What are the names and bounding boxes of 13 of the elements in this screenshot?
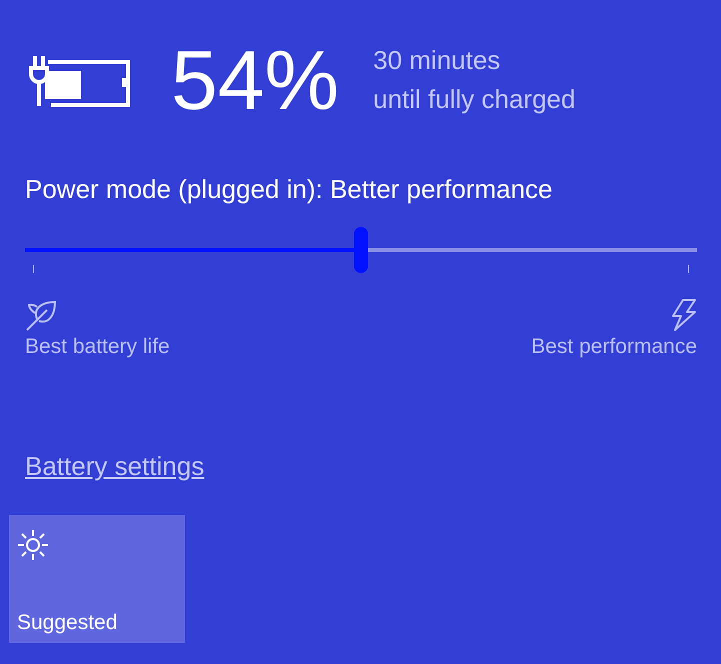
slider-thumb[interactable] — [354, 227, 368, 273]
battery-percentage: 54% — [171, 38, 340, 122]
brightness-icon — [17, 529, 49, 561]
power-mode-label: Power mode (plugged in): Better performance — [25, 174, 554, 205]
slider-max-label: Best performance — [531, 335, 697, 359]
power-mode-slider[interactable] — [25, 227, 697, 273]
lightning-icon — [671, 299, 697, 331]
battery-settings-link[interactable]: Battery settings — [25, 451, 204, 482]
slider-min-label: Best battery life — [25, 335, 170, 359]
charge-estimate: 30 minutes — [373, 44, 502, 77]
leaf-icon — [25, 299, 59, 331]
quick-action-tile[interactable]: Suggested — [9, 515, 185, 643]
charge-estimate: until fully charged — [373, 83, 576, 116]
